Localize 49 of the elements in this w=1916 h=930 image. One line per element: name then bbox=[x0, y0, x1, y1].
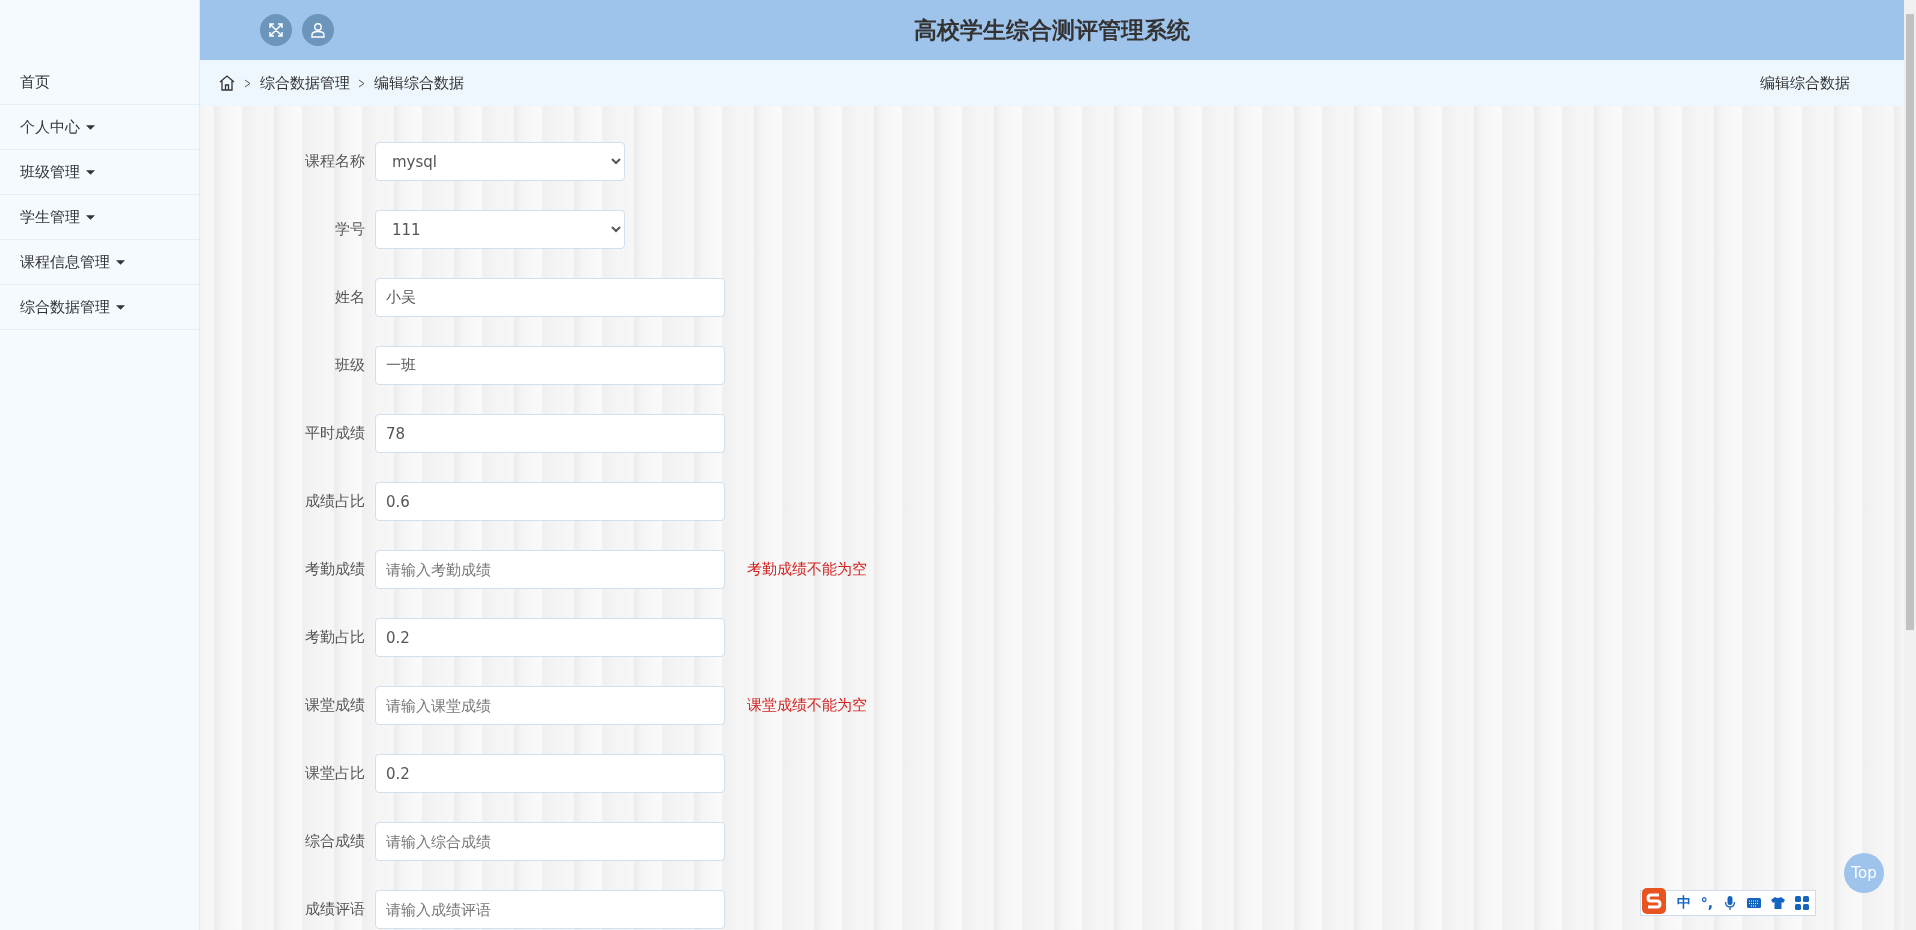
input-field[interactable]: 请输入课堂成绩 bbox=[375, 686, 725, 725]
page-title: 编辑综合数据 bbox=[1760, 73, 1850, 93]
field-label: 课堂占比 bbox=[304, 764, 366, 783]
ime-mode[interactable]: 中 bbox=[1676, 894, 1691, 912]
field-label: 课程名称 bbox=[304, 152, 366, 171]
fullscreen-button[interactable] bbox=[260, 14, 292, 46]
sidebar-item[interactable]: 个人中心 bbox=[0, 105, 199, 150]
error-message: 考勤成绩不能为空 bbox=[747, 560, 867, 579]
error-message: 课堂成绩不能为空 bbox=[747, 696, 867, 715]
field-label: 学号 bbox=[334, 220, 366, 239]
field-label: 综合成绩 bbox=[304, 832, 366, 851]
input-field[interactable]: 请输入成绩评语 bbox=[375, 890, 725, 929]
input-field[interactable]: 0.2 bbox=[375, 618, 725, 657]
chevron-icon bbox=[358, 78, 366, 88]
expand-arrows-icon bbox=[268, 22, 284, 38]
sidebar-item[interactable]: 首页 bbox=[0, 60, 199, 105]
sidebar-item[interactable]: 综合数据管理 bbox=[0, 285, 199, 330]
microphone-icon[interactable] bbox=[1723, 896, 1737, 910]
sidebar-item[interactable]: 班级管理 bbox=[0, 150, 199, 195]
select-field[interactable]: 111 bbox=[375, 210, 625, 249]
user-icon bbox=[310, 22, 326, 38]
field-label: 成绩评语 bbox=[304, 900, 366, 919]
field-label: 课堂成绩 bbox=[304, 696, 366, 715]
input-field[interactable]: 请输入综合成绩 bbox=[375, 822, 725, 861]
home-icon[interactable] bbox=[218, 74, 236, 92]
field-label: 班级 bbox=[334, 356, 366, 375]
app-title: 高校学生综合测评管理系统 bbox=[914, 16, 1190, 43]
field-label: 考勤成绩 bbox=[304, 560, 366, 579]
input-field[interactable]: 0.2 bbox=[375, 754, 725, 793]
sidebar-item[interactable]: 学生管理 bbox=[0, 195, 199, 240]
field-label: 姓名 bbox=[334, 288, 366, 307]
breadcrumb-link[interactable]: 编辑综合数据 bbox=[374, 73, 464, 93]
sidebar-item[interactable]: 课程信息管理 bbox=[0, 240, 199, 285]
input-field[interactable]: 一班 bbox=[375, 346, 725, 385]
input-field[interactable]: 0.6 bbox=[375, 482, 725, 521]
user-button[interactable] bbox=[302, 14, 334, 46]
input-field[interactable]: 请输入考勤成绩 bbox=[375, 550, 725, 589]
grid-icon[interactable] bbox=[1795, 896, 1809, 910]
keyboard-icon[interactable] bbox=[1747, 896, 1761, 910]
shirt-icon[interactable] bbox=[1771, 896, 1785, 910]
input-field[interactable]: 小吴 bbox=[375, 278, 725, 317]
input-field[interactable]: 78 bbox=[375, 414, 725, 453]
field-label: 考勤占比 bbox=[304, 628, 366, 647]
select-field[interactable]: mysql bbox=[375, 142, 625, 181]
field-label: 成绩占比 bbox=[304, 492, 366, 511]
breadcrumb-link[interactable]: 综合数据管理 bbox=[260, 73, 350, 93]
ime-punctuation[interactable]: °, bbox=[1700, 895, 1713, 911]
field-label: 平时成绩 bbox=[304, 424, 366, 443]
chevron-icon bbox=[244, 78, 252, 88]
